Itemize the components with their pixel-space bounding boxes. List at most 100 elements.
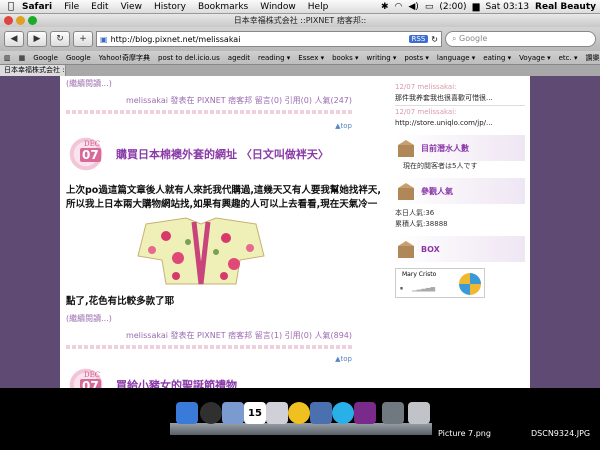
bookmark-item[interactable]: agedit (228, 54, 250, 62)
minimize-window-icon[interactable] (16, 16, 25, 25)
bookmark-item[interactable]: Voyage ▾ (519, 54, 550, 62)
bookmark-item[interactable]: Essex ▾ (298, 54, 324, 62)
user-name[interactable]: Real Beauty (535, 2, 596, 12)
add-bookmark-button[interactable]: + (73, 31, 93, 47)
bookmark-item[interactable]: Google (66, 54, 91, 62)
recent-comment[interactable]: 12/07 melissakai: 那件我养套我也很喜歡可惜很... (395, 82, 525, 104)
chat-icon[interactable] (288, 402, 310, 424)
bookmark-item[interactable]: books ▾ (332, 54, 358, 62)
box-icon (398, 140, 414, 157)
widget-title: BOX (421, 244, 440, 254)
back-button[interactable]: ◀ (4, 31, 24, 47)
widget-header: 目前潛水人數 (395, 135, 525, 161)
reload-icon[interactable]: ↻ (50, 31, 70, 47)
post-date-badge: DEC 07 (66, 367, 108, 388)
desktop-file-label[interactable]: DSCN9324.JPG (531, 429, 590, 438)
addressbook-icon[interactable] (266, 402, 288, 424)
bookmark-item[interactable]: writing ▾ (367, 54, 397, 62)
tab-bar: 日本幸福株式会社 ::PIXNET 痞... (0, 65, 600, 76)
clock[interactable]: Sat 03:13 (485, 2, 529, 12)
bookmark-item[interactable]: Google (33, 54, 58, 62)
close-window-icon[interactable] (4, 16, 13, 25)
post-header: DEC 07 購買日本棉襖外套的網址 〈日文叫做袢天〉 (66, 134, 352, 174)
apple-menu-icon[interactable]:  (0, 1, 22, 12)
battery-icon[interactable]: ▭ (425, 2, 434, 12)
widget-header: BOX (395, 236, 525, 262)
wifi-icon[interactable]: ◠ (395, 2, 403, 12)
browser-window: 日本幸福株式会社 ::PIXNET 痞客邦:: ◀ ▶ ↻ + ▣ http:/… (0, 14, 600, 388)
post-month: DEC (84, 371, 101, 379)
bookmark-item[interactable]: etc. ▾ (559, 54, 578, 62)
player-logo-icon (459, 273, 481, 295)
hanten-jacket-image[interactable] (136, 216, 266, 286)
today-visitors: 本日人氣:36 (395, 209, 435, 217)
volume-slider[interactable]: ▁▂▃▄▅ (412, 285, 435, 292)
bookmark-item[interactable]: posts ▾ (404, 54, 429, 62)
safari-icon[interactable] (310, 402, 332, 424)
menu-file[interactable]: File (64, 2, 79, 12)
menu-window[interactable]: Window (260, 2, 296, 12)
mail-icon[interactable] (222, 402, 244, 424)
menu-view[interactable]: View (121, 2, 142, 12)
recent-comment[interactable]: 12/07 melissakai: http://store.uniqlo.co… (395, 107, 525, 129)
back-to-top-link[interactable]: ▲top (66, 122, 352, 130)
post-body-line: 所以我上日本兩大購物網站找,如果有興趣的人可以上去看看,現在天氣冷一 (66, 199, 378, 210)
post-header: DEC 07 買給小豬女的聖誕節禮物 (66, 365, 352, 388)
tab-current[interactable]: 日本幸福株式会社 ::PIXNET 痞... (0, 65, 66, 76)
menu-bar:  Safari File Edit View History Bookmark… (0, 0, 600, 14)
back-to-top-link[interactable]: ▲top (66, 355, 352, 363)
continue-reading-link[interactable]: (繼續閱讀...) (66, 313, 352, 324)
menu-help[interactable]: Help (308, 2, 329, 12)
pause-icon[interactable]: ⏸ (400, 285, 403, 293)
rss-button[interactable]: RSS (408, 35, 429, 43)
bluetooth-icon[interactable]: ✱ (381, 2, 389, 12)
browser-toolbar: ◀ ▶ ↻ + ▣ http://blog.pixnet.net/melissa… (0, 27, 600, 51)
battery-time[interactable]: (2:00) (439, 2, 466, 12)
bookmark-item[interactable]: language ▾ (437, 54, 475, 62)
system-icon[interactable] (382, 402, 404, 424)
desktop-file-label[interactable]: Picture 7.png (438, 429, 491, 438)
menu-bookmarks[interactable]: Bookmarks (198, 2, 248, 12)
search-input[interactable]: ⌕ Google (445, 31, 596, 47)
book-icon[interactable]: ▥ (4, 54, 11, 62)
player-name: Mary Cristo (402, 271, 437, 278)
music-player[interactable]: Mary Cristo ⏸ ▁▂▃▄▅ (395, 268, 485, 298)
menu-extras: ✱ ◠ ◀) ▭ (2:00) ▆ Sat 03:13 Real Beauty (381, 2, 600, 12)
reload-small-icon[interactable]: ↻ (431, 35, 438, 44)
comment-text[interactable]: 那件我养套我也很喜歡可惜很... (395, 93, 525, 104)
zoom-window-icon[interactable] (28, 16, 37, 25)
box-icon (398, 241, 414, 258)
skype-icon[interactable] (332, 402, 354, 424)
menu-history[interactable]: History (154, 2, 186, 12)
bookmark-item[interactable]: post to del.icio.us (158, 54, 220, 62)
trash-icon[interactable] (408, 402, 430, 424)
bookmark-item[interactable]: reading ▾ (258, 54, 290, 62)
continue-reading-link[interactable]: (繼續閱讀...) (66, 78, 352, 89)
volume-icon[interactable]: ◀) (408, 2, 418, 12)
sidebar: 12/07 melissakai: 那件我养套我也很喜歡可惜很... 12/07… (395, 76, 525, 388)
post-divider (66, 345, 352, 349)
post-title-link[interactable]: 買給小豬女的聖誕節禮物 (116, 377, 237, 388)
itunes-icon[interactable] (354, 402, 376, 424)
address-input[interactable]: http://blog.pixnet.net/melissakai (111, 35, 406, 44)
window-titlebar[interactable]: 日本幸福株式会社 ::PIXNET 痞客邦:: (0, 14, 600, 27)
dashboard-icon[interactable] (200, 402, 222, 424)
post-title-link[interactable]: 購買日本棉襖外套的網址 〈日文叫做袢天〉 (116, 146, 329, 162)
finder-icon[interactable] (176, 402, 198, 424)
site-favicon-icon: ▣ (100, 34, 108, 44)
sidebar-divider (395, 105, 525, 106)
menu-app-safari[interactable]: Safari (22, 2, 52, 12)
bookmark-item[interactable]: 讚樂 ▾ (586, 53, 600, 63)
grid-icon[interactable]: ▦ (19, 54, 26, 62)
blog-sheet: (繼續閱讀...) melissakai 發表在 PIXNET 痞客邦 留言(0… (60, 76, 530, 388)
forward-button[interactable]: ▶ (27, 31, 47, 47)
bookmark-item[interactable]: eating ▾ (483, 54, 511, 62)
bookmark-item[interactable]: Yahoo!奇摩字典 (99, 53, 150, 63)
post-day: 07 (80, 379, 101, 388)
flag-icon[interactable]: ▆ (473, 2, 480, 12)
ical-icon[interactable]: 15 (244, 402, 266, 424)
address-bar[interactable]: ▣ http://blog.pixnet.net/melissakai RSS … (96, 31, 442, 47)
menu-edit[interactable]: Edit (91, 2, 108, 12)
comment-text[interactable]: http://store.uniqlo.com/jp/... (395, 118, 525, 129)
post-body-line: 點了,花色有比較多款了耶 (66, 296, 175, 307)
